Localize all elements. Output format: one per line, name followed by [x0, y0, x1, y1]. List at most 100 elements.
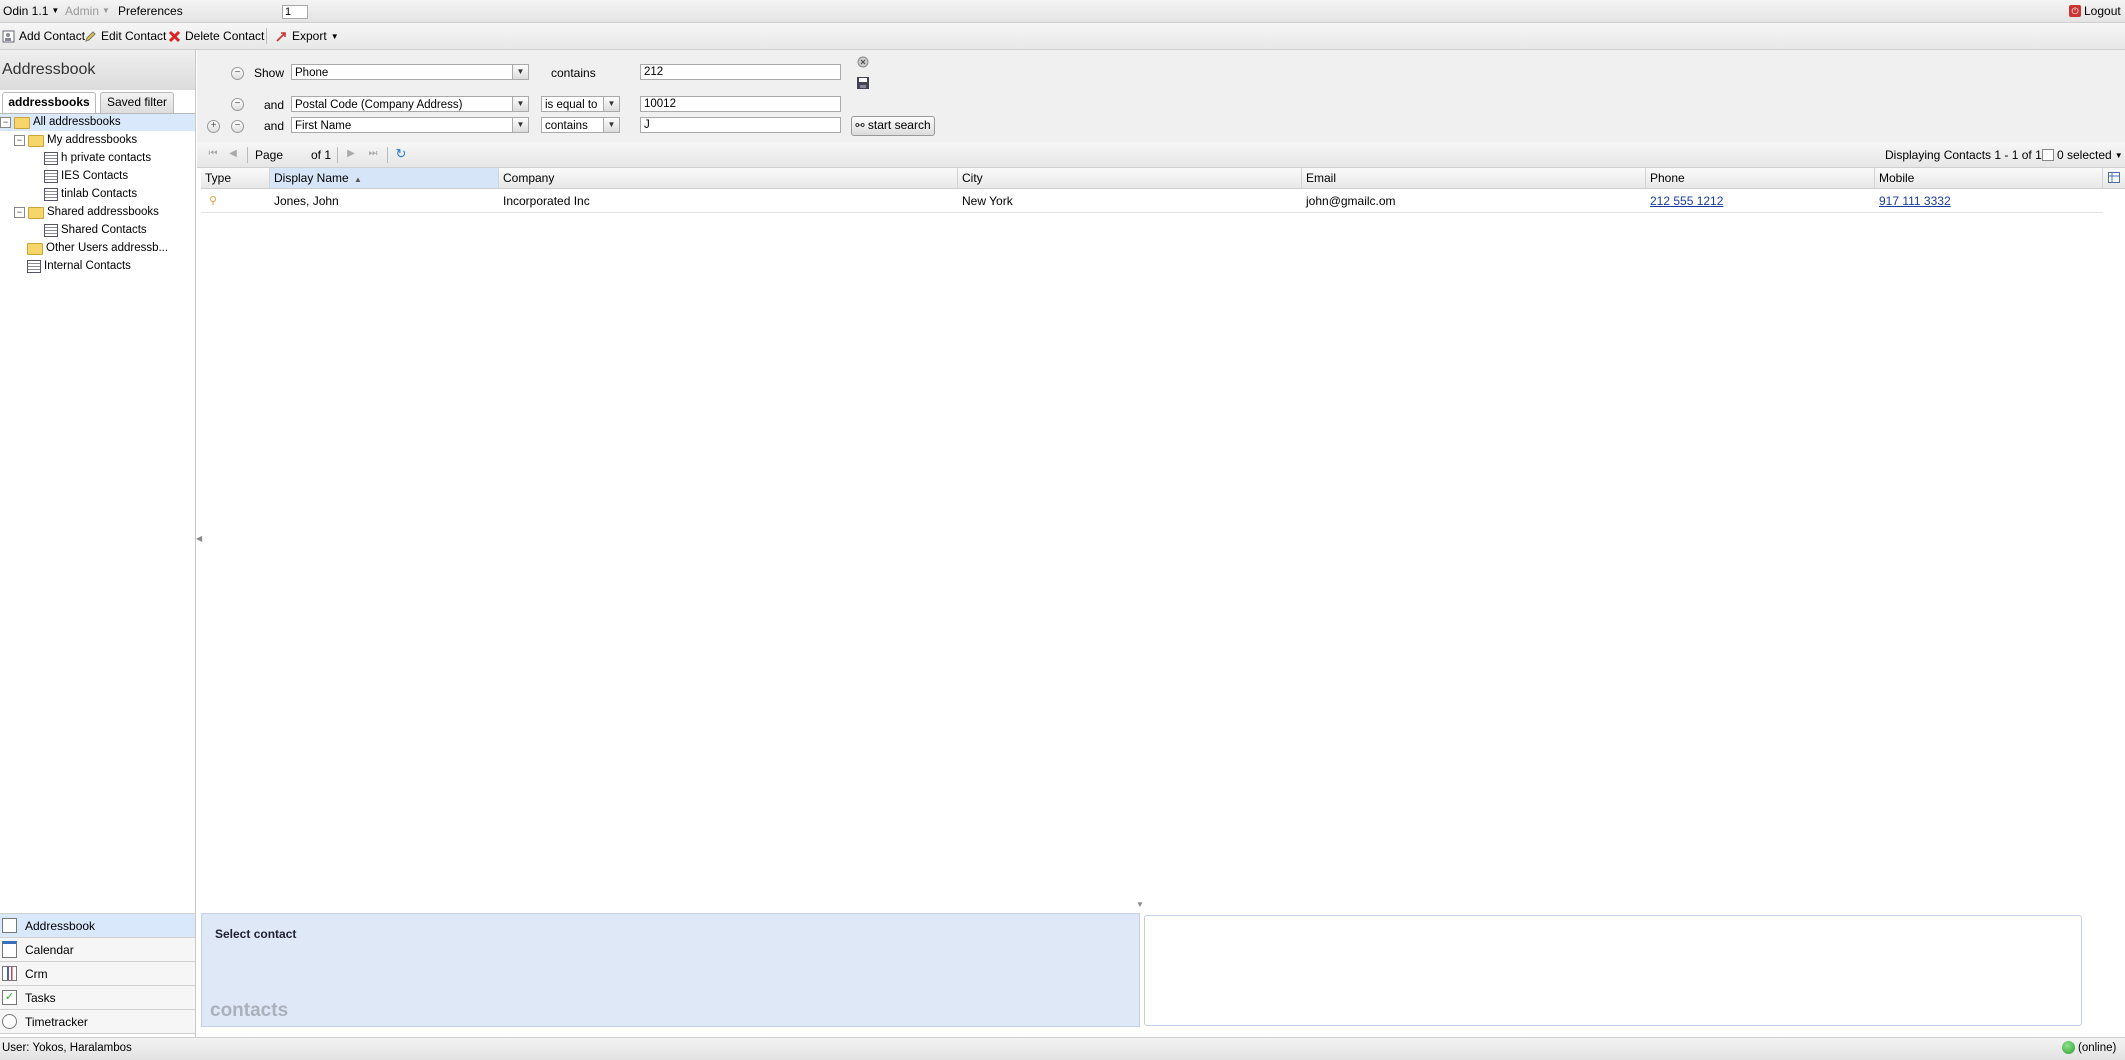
column-header-city[interactable]: City	[958, 168, 1302, 188]
clear-filter-icon[interactable]	[857, 56, 869, 68]
paging-toolbar: ⏮ ◀ Page of 1 ▶ ⏭ ↻ Displaying Contacts …	[197, 142, 2125, 168]
column-header-mobile[interactable]: Mobile	[1875, 168, 2103, 188]
checkmark-icon: ✓	[2, 990, 17, 1005]
start-search-button[interactable]: ⚯ start search	[851, 116, 935, 136]
logout-button[interactable]: ⏻ Logout	[2069, 4, 2121, 18]
filter-operator-select[interactable]: is equal to ▼	[541, 96, 620, 112]
filter-operator: contains	[551, 66, 596, 80]
column-chooser-icon[interactable]	[2108, 172, 2120, 183]
addressbook-icon	[2, 918, 17, 933]
column-header-display-name[interactable]: Display Name ▲	[270, 168, 499, 188]
filter-field-select[interactable]: First Name ▼	[291, 117, 529, 133]
addressbook-icon	[44, 152, 58, 165]
nav-crm[interactable]: Crm	[0, 961, 195, 985]
contact-preview-panel	[1144, 915, 2082, 1026]
remove-filter-icon[interactable]: −	[231, 67, 244, 80]
column-header-type[interactable]: Type	[201, 168, 270, 188]
collapse-icon[interactable]: −	[14, 135, 25, 146]
app-menu[interactable]: Odin 1.1 ▼	[3, 4, 59, 18]
tree-node-internal-contacts[interactable]: Internal Contacts	[27, 258, 131, 275]
filter-value-input[interactable]: 10012	[640, 96, 841, 112]
filter-operator-select[interactable]: contains ▼	[541, 117, 620, 133]
toolbar-divider	[266, 28, 267, 44]
panel-title: Addressbook	[0, 50, 195, 90]
contact-type-icon: ⚲	[209, 195, 218, 207]
tree-node-shared-contacts[interactable]: Shared Contacts	[44, 222, 147, 239]
filter-conjunction: and	[264, 98, 285, 112]
column-header-phone[interactable]: Phone	[1646, 168, 1875, 188]
column-header-email[interactable]: Email	[1302, 168, 1646, 188]
next-page-icon[interactable]: ▶	[345, 148, 357, 160]
add-contact-button[interactable]: Add Contact	[2, 29, 85, 43]
chart-icon	[2, 966, 17, 981]
nav-addressbook[interactable]: Addressbook	[0, 913, 195, 937]
tree-node-all-addressbooks[interactable]: − All addressbooks	[0, 114, 121, 131]
page-number-input[interactable]: 1	[282, 5, 308, 19]
edit-contact-button[interactable]: Edit Contact	[84, 29, 166, 43]
pencil-icon	[85, 30, 96, 42]
filter-value-input[interactable]: 212	[640, 64, 841, 80]
cell-email: john@gmailc.om	[1306, 194, 1396, 208]
delete-contact-button[interactable]: Delete Contact	[168, 29, 264, 43]
preferences-menu[interactable]: Preferences	[118, 4, 183, 18]
pager-divider	[387, 147, 388, 163]
toolbar: Add Contact Edit Contact Delete Contact …	[0, 23, 2125, 50]
filter-value-input[interactable]: J	[640, 117, 841, 133]
add-contact-icon	[2, 30, 15, 42]
chevron-down-icon: ▼	[603, 97, 619, 111]
remove-filter-icon[interactable]: −	[231, 120, 244, 133]
chevron-down-icon: ▼	[512, 118, 528, 132]
cell-phone-link[interactable]: 212 555 1212	[1646, 190, 1723, 212]
filter-field-select[interactable]: Phone ▼	[291, 64, 529, 80]
last-page-icon[interactable]: ⏭	[367, 148, 379, 160]
collapse-icon[interactable]: −	[14, 207, 25, 218]
addressbook-icon	[27, 260, 41, 273]
cell-mobile-link[interactable]: 917 111 3332	[1875, 190, 1951, 212]
remove-filter-icon[interactable]: −	[231, 98, 244, 111]
first-page-icon[interactable]: ⏮	[207, 148, 219, 160]
filter-conjunction: and	[264, 119, 285, 133]
add-filter-icon[interactable]: +	[207, 120, 220, 133]
save-filter-icon[interactable]	[856, 76, 870, 90]
nav-tasks[interactable]: ✓ Tasks	[0, 985, 195, 1009]
tree-node-shared-addressbooks[interactable]: − Shared addressbooks	[14, 204, 159, 221]
filter-field-select[interactable]: Postal Code (Company Address) ▼	[291, 96, 529, 112]
tree-node-other-users[interactable]: Other Users addressb...	[27, 240, 168, 257]
sort-ascending-icon: ▲	[354, 175, 362, 184]
collapse-icon[interactable]: −	[0, 117, 11, 128]
online-indicator-icon	[2062, 1041, 2075, 1054]
export-icon	[276, 31, 286, 42]
tab-saved-filter[interactable]: Saved filter	[100, 92, 174, 113]
export-button[interactable]: Export ▼	[275, 29, 339, 43]
online-status[interactable]: (online)	[2062, 1041, 2116, 1054]
addressbook-icon	[44, 224, 58, 237]
column-header-company[interactable]: Company	[499, 168, 958, 188]
cell-city: New York	[962, 194, 1013, 208]
filter-conjunction: Show	[254, 66, 285, 80]
collapse-left-icon[interactable]: ◀	[196, 534, 202, 543]
tree-node-my-addressbooks[interactable]: − My addressbooks	[14, 132, 137, 149]
nav-timetracker[interactable]: Timetracker	[0, 1009, 195, 1034]
cell-company: Incorporated Inc	[503, 194, 590, 208]
admin-menu[interactable]: Admin ▼	[65, 4, 110, 18]
previous-page-icon[interactable]: ◀	[227, 148, 239, 160]
app-watermark: contacts	[210, 1000, 289, 1021]
power-icon: ⏻	[2069, 5, 2081, 17]
tree-node-ies-contacts[interactable]: IES Contacts	[44, 168, 128, 185]
status-bar: User: Yokos, Haralambos (online)	[0, 1037, 2125, 1060]
displaying-count: Displaying Contacts 1 - 1 of 1	[1885, 148, 2042, 162]
chevron-down-icon: ▼	[603, 118, 619, 132]
calendar-icon	[2, 941, 17, 958]
selection-menu[interactable]: 0 selected ▼	[2042, 148, 2123, 162]
tree-node-h-private-contacts[interactable]: h private contacts	[44, 150, 151, 167]
current-user: User: Yokos, Haralambos	[2, 1042, 132, 1054]
table-row[interactable]: ⚲ Jones, John Incorporated Inc New York …	[201, 190, 2103, 213]
nav-calendar[interactable]: Calendar	[0, 937, 195, 961]
chevron-down-icon: ▼	[512, 65, 528, 79]
menubar: Odin 1.1 ▼ Admin ▼ Preferences ⏻ Logout	[0, 0, 2125, 23]
tree-node-tinlab-contacts[interactable]: tinlab Contacts	[44, 186, 137, 203]
tab-addressbooks[interactable]: addressbooks	[2, 92, 96, 113]
page-total: of 1	[311, 148, 332, 162]
refresh-icon[interactable]: ↻	[395, 147, 407, 160]
splitter-handle-icon[interactable]: ▼	[1136, 900, 1144, 909]
